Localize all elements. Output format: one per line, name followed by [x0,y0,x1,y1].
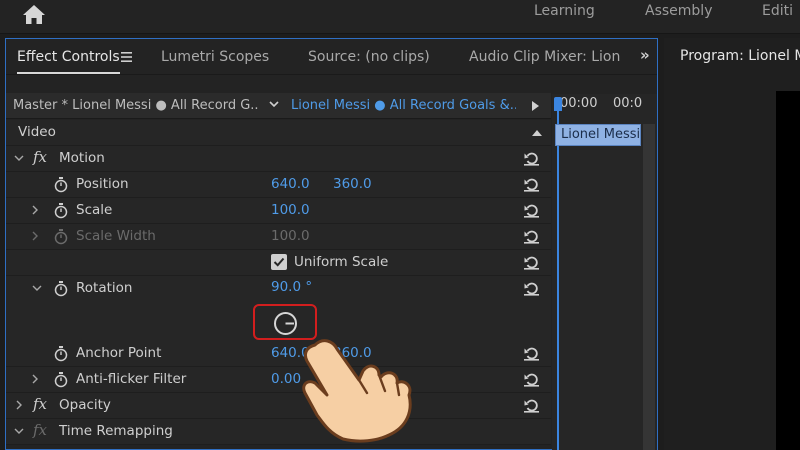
position-y-value[interactable]: 360.0 [333,176,372,192]
stopwatch-icon [54,229,68,245]
checkmark-icon [273,257,285,267]
reset-icon[interactable] [523,371,540,387]
reset-icon[interactable] [523,254,540,270]
reset-icon[interactable] [523,150,540,166]
reset-icon[interactable] [523,176,540,192]
motion-label: Motion [59,150,105,166]
rotation-value[interactable]: 90.0 ° [271,279,312,295]
timecode-start: 00:00 [560,96,598,111]
stopwatch-icon[interactable] [54,281,68,297]
reset-icon[interactable] [523,228,540,244]
reset-icon[interactable] [523,345,540,361]
tab-program[interactable]: Program: Lionel M [680,48,800,64]
play-icon[interactable] [532,101,539,111]
time-remapping-effect-row[interactable]: fx Time Remapping [6,419,551,445]
program-video-frame [776,91,800,450]
more-tabs-icon[interactable]: » [640,46,650,64]
program-monitor-panel: Program: Lionel M [664,38,800,450]
clip-name: Lionel Messi [561,127,641,142]
video-section-header: Video [6,120,551,146]
time-remapping-label: Time Remapping [59,423,173,439]
uniform-scale-label: Uniform Scale [294,254,389,270]
chevron-down-icon[interactable] [32,283,42,293]
uniform-scale-checkbox[interactable] [271,254,287,270]
panel-menu-icon[interactable] [121,52,132,62]
stopwatch-icon[interactable] [54,203,68,219]
workspace-editing[interactable]: Editi [762,3,793,19]
uniform-scale-row: Uniform Scale [6,250,551,276]
fx-icon[interactable]: fx [33,148,47,166]
stopwatch-icon[interactable] [54,372,68,388]
clip-selector-bar: Master * Lionel Messi ● All Record G... … [6,93,551,119]
sequence-clip-dropdown[interactable]: Lionel Messi ● All Record Goals &... [291,98,516,113]
playhead-line[interactable] [557,108,559,450]
chevron-down-icon[interactable] [268,98,280,110]
tab-source[interactable]: Source: (no clips) [308,49,430,65]
opacity-label: Opacity [59,397,111,413]
video-label: Video [18,124,56,140]
scale-width-value: 100.0 [271,228,310,244]
fx-icon[interactable]: fx [33,395,47,413]
position-x-value[interactable]: 640.0 [271,176,310,192]
scale-label: Scale [76,202,113,218]
timecode-next: 00:0 [613,96,643,111]
scale-row: Scale 100.0 [6,198,551,224]
scroll-up-icon[interactable] [532,130,542,136]
anchor-point-row: Anchor Point 640.0 360.0 [6,341,551,367]
scale-width-label: Scale Width [76,228,156,244]
pointing-hand-icon [302,339,412,443]
chevron-right-icon[interactable] [14,400,24,410]
chevron-right-icon[interactable] [30,205,40,215]
effect-properties: Video fx Motion Position 640.0 360.0 Sca… [6,120,551,450]
reset-icon[interactable] [523,280,540,296]
rotation-dial-icon[interactable] [273,311,298,336]
home-icon[interactable] [22,3,46,25]
scale-width-row: Scale Width 100.0 [6,224,551,250]
reset-icon[interactable] [523,397,540,413]
timeline-clip[interactable]: Lionel Messi [555,124,641,146]
rotation-row: Rotation 90.0 ° [6,276,551,342]
anti-flicker-label: Anti-flicker Filter [76,371,187,387]
chevron-right-icon[interactable] [30,231,40,241]
workspace-assembly[interactable]: Assembly [645,3,712,19]
anchor-point-label: Anchor Point [76,345,162,361]
fx-icon[interactable]: fx [33,421,47,439]
rotation-label: Rotation [76,280,133,296]
motion-effect-row[interactable]: fx Motion [6,146,551,172]
scale-value[interactable]: 100.0 [271,202,310,218]
workspace-bar: Learning Assembly Editi [0,0,800,34]
stopwatch-icon[interactable] [54,346,68,362]
workspace-learning[interactable]: Learning [534,3,595,19]
position-row: Position 640.0 360.0 [6,172,551,198]
tab-effect-controls[interactable]: Effect Controls [17,49,120,74]
panel-tabs: Effect Controls Lumetri Scopes Source: (… [6,39,657,75]
reset-icon[interactable] [523,202,540,218]
master-clip-label[interactable]: Master * Lionel Messi ● All Record G... [13,98,258,113]
anti-flicker-row: Anti-flicker Filter 0.00 [6,367,551,393]
effect-timeline[interactable]: 00:00 00:0 Lionel Messi [552,94,657,450]
timeline-scrollbar[interactable] [643,124,655,450]
stopwatch-icon[interactable] [54,177,68,193]
tab-audio-clip-mixer[interactable]: Audio Clip Mixer: Lion [469,49,620,65]
chevron-right-icon[interactable] [30,374,40,384]
tab-lumetri-scopes[interactable]: Lumetri Scopes [161,49,269,65]
chevron-down-icon[interactable] [14,153,24,163]
chevron-down-icon[interactable] [14,426,24,436]
position-label: Position [76,176,129,192]
opacity-effect-row[interactable]: fx Opacity [6,393,551,419]
